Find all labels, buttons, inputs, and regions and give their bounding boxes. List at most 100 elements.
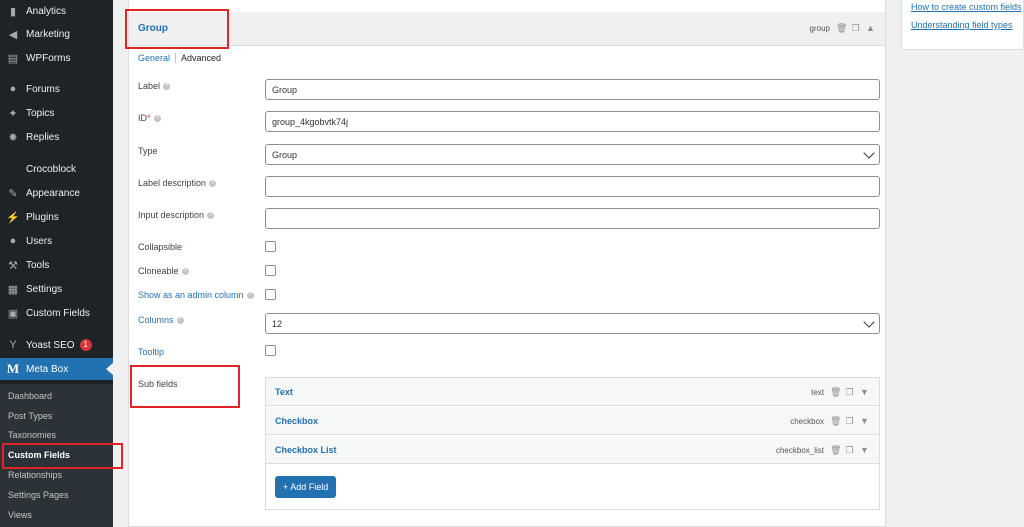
sidebar-item-crocoblock[interactable]: Crocoblock xyxy=(0,158,113,180)
help-icon[interactable]: ? xyxy=(176,317,184,325)
sidebar-item-plugins[interactable]: ⚡ Plugins xyxy=(0,206,113,228)
tab-advanced[interactable]: Advanced xyxy=(181,53,226,63)
label-input[interactable]: Group xyxy=(265,79,880,100)
chevron-down-icon[interactable]: ▼ xyxy=(860,387,869,397)
sidebar-item-appearance[interactable]: ✎ Appearance xyxy=(0,182,113,204)
admin-column-field-label[interactable]: Show as an admin column? xyxy=(138,290,254,300)
type-field-label: Type xyxy=(138,146,158,156)
sidebar-item-label: Crocoblock xyxy=(26,163,77,175)
sub-field-actions: text 🗑 ❐ ▼ xyxy=(811,387,869,397)
help-icon[interactable]: ? xyxy=(207,212,215,220)
sidebar-item-label: Meta Box xyxy=(26,363,69,375)
highlight-box xyxy=(2,443,123,469)
sidebar-item-marketing[interactable]: ◀ Marketing xyxy=(0,23,113,45)
help-links-panel: How to create custom fields Understandin… xyxy=(901,0,1024,50)
sidebar-item-label: Custom Fields xyxy=(26,307,90,319)
help-link-field-types[interactable]: Understanding field types xyxy=(911,20,1013,30)
sub-field-name[interactable]: Checkbox List xyxy=(275,445,337,455)
sub-field-name[interactable]: Checkbox xyxy=(275,416,318,426)
tooltip-checkbox[interactable] xyxy=(265,345,276,356)
sidebar-item-label: Users xyxy=(26,235,53,247)
sidebar-item-tools[interactable]: ⚒ Tools xyxy=(0,254,113,276)
sidebar-item-settings[interactable]: ▦ Settings xyxy=(0,278,113,300)
help-icon[interactable]: ? xyxy=(181,268,189,276)
collapsible-field-label: Collapsible xyxy=(138,242,183,252)
columns-select[interactable]: 12 xyxy=(265,313,880,334)
field-editor-panel: Group group 🗑 ❐ ▲ General Advanced Label… xyxy=(128,0,886,527)
sidebar-item-label: Topics xyxy=(26,107,55,119)
collapsible-checkbox[interactable] xyxy=(265,241,276,252)
tab-general[interactable]: General xyxy=(138,53,175,63)
input-description-input[interactable] xyxy=(265,208,880,229)
megaphone-icon: ◀ xyxy=(8,28,18,41)
submenu-settings-pages[interactable]: Settings Pages xyxy=(8,490,69,500)
id-input[interactable]: group_4kgobvtk74j xyxy=(265,111,880,132)
sidebar-item-yoast-seo[interactable]: Y Yoast SEO 1 xyxy=(0,334,113,356)
duplicate-icon[interactable]: ❐ xyxy=(845,416,854,426)
sub-field-type: checkbox xyxy=(790,416,824,426)
sidebar-item-topics[interactable]: ✦ Topics xyxy=(0,102,113,124)
submenu-taxonomies[interactable]: Taxonomies xyxy=(8,430,56,440)
label-field-label: Label? xyxy=(138,81,171,91)
metabox-icon: M xyxy=(6,361,20,376)
submenu-views[interactable]: Views xyxy=(8,510,32,520)
sidebar-item-label: Tools xyxy=(26,259,50,271)
trash-icon[interactable]: 🗑 xyxy=(830,445,841,455)
sub-field-row[interactable]: Checkbox List checkbox_list 🗑 ❐ ▼ xyxy=(266,436,879,464)
sidebar-item-label: Settings xyxy=(26,283,63,295)
chevron-up-icon[interactable]: ▲ xyxy=(866,23,875,33)
forums-icon: ● xyxy=(9,83,17,95)
duplicate-icon[interactable]: ❐ xyxy=(851,23,860,33)
help-icon[interactable]: ? xyxy=(209,180,217,188)
sidebar-item-meta-box[interactable]: M Meta Box xyxy=(0,358,113,380)
label-description-input[interactable] xyxy=(265,176,880,197)
submenu-post-types[interactable]: Post Types xyxy=(8,411,52,421)
sidebar-item-label: Plugins xyxy=(26,211,59,223)
trash-icon[interactable]: 🗑 xyxy=(830,387,841,397)
sidebar-item-wpforms[interactable]: ▤ WPForms xyxy=(0,47,113,69)
paintbrush-icon: ✎ xyxy=(8,187,18,200)
sidebar-item-replies[interactable]: ✸ Replies xyxy=(0,126,113,148)
trash-icon[interactable]: 🗑 xyxy=(836,23,847,33)
sidebar-item-label: Yoast SEO xyxy=(26,339,75,351)
cloneable-checkbox[interactable] xyxy=(265,265,276,276)
sub-field-type: checkbox_list xyxy=(775,445,824,455)
help-icon[interactable]: ? xyxy=(153,115,161,123)
type-select[interactable]: Group xyxy=(265,144,880,165)
field-type-tag: group xyxy=(809,23,830,33)
bar-chart-icon: ▮ xyxy=(9,5,17,18)
sidebar-item-forums[interactable]: ● Forums xyxy=(0,78,113,100)
sidebar-item-label: Analytics xyxy=(26,5,67,17)
sidebar-item-analytics[interactable]: ▮ Analytics xyxy=(0,0,113,22)
sub-field-actions: checkbox_list 🗑 ❐ ▼ xyxy=(776,445,869,455)
notification-badge: 1 xyxy=(79,339,92,351)
sub-field-name[interactable]: Text xyxy=(275,387,293,397)
sidebar-item-label: Appearance xyxy=(26,187,80,199)
replies-icon: ✸ xyxy=(8,131,18,144)
help-link-create-fields[interactable]: How to create custom fields xyxy=(911,2,1022,12)
duplicate-icon[interactable]: ❐ xyxy=(845,387,854,397)
sidebar-item-custom-fields[interactable]: ▣ Custom Fields xyxy=(0,302,113,324)
sub-field-row[interactable]: Checkbox checkbox 🗑 ❐ ▼ xyxy=(266,407,879,435)
highlight-box xyxy=(125,9,229,49)
chevron-down-icon[interactable]: ▼ xyxy=(860,445,869,455)
plugin-icon: ⚡ xyxy=(6,211,20,224)
admin-column-checkbox[interactable] xyxy=(265,289,276,300)
group-header-actions: group 🗑 ❐ ▲ xyxy=(810,23,875,33)
duplicate-icon[interactable]: ❐ xyxy=(845,445,854,455)
help-icon[interactable]: ? xyxy=(163,83,171,91)
trash-icon[interactable]: 🗑 xyxy=(830,416,841,426)
chevron-down-icon[interactable]: ▼ xyxy=(860,416,869,426)
sidebar-item-users[interactable]: ● Users xyxy=(0,230,113,252)
user-icon: ● xyxy=(9,235,17,247)
add-field-button[interactable]: + Add Field xyxy=(275,476,337,498)
submenu-relationships[interactable]: Relationships xyxy=(8,470,62,480)
highlight-box xyxy=(130,365,240,408)
help-icon[interactable]: ? xyxy=(246,292,254,300)
tooltip-field-label[interactable]: Tooltip xyxy=(138,347,164,357)
columns-field-label[interactable]: Columns? xyxy=(138,315,184,325)
submenu-dashboard[interactable]: Dashboard xyxy=(8,391,52,401)
group-field-header[interactable]: Group group 🗑 ❐ ▲ xyxy=(129,12,885,46)
sub-field-row[interactable]: Text text 🗑 ❐ ▼ xyxy=(266,378,879,406)
sub-field-type: text xyxy=(811,387,824,397)
